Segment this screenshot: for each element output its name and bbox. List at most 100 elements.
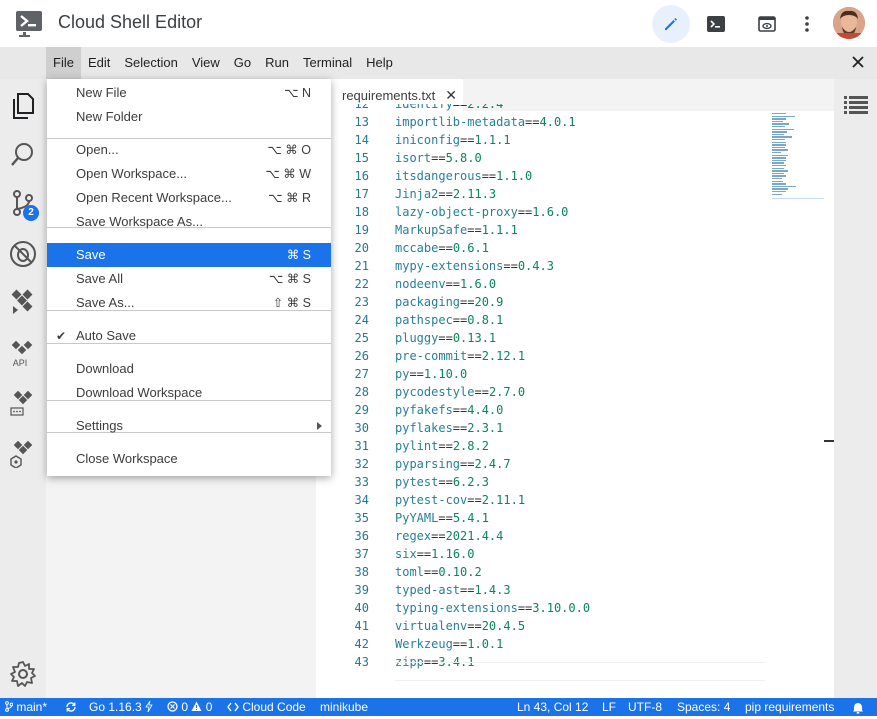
code-text: virtualenv==20.4.5 xyxy=(395,617,525,635)
language-mode-status[interactable]: pip requirements xyxy=(745,698,834,716)
close-editor-button[interactable] xyxy=(851,55,865,72)
cursor-position-status[interactable]: Ln 43, Col 12 xyxy=(517,698,588,716)
code-brackets-icon xyxy=(227,702,239,712)
code-line[interactable]: 30 pyflakes==2.3.1 xyxy=(316,419,776,437)
menu-item-close-workspace[interactable]: Close Workspace xyxy=(47,447,331,471)
minimap-line xyxy=(772,191,786,193)
code-line[interactable]: 32 pyparsing==2.4.7 xyxy=(316,455,776,473)
code-line[interactable]: 13 importlib-metadata==4.0.1 xyxy=(316,113,776,131)
notifications-button[interactable] xyxy=(852,701,864,719)
api-button[interactable]: API xyxy=(8,339,38,369)
code-line[interactable]: 28 pycodestyle==2.7.0 xyxy=(316,383,776,401)
menu-item-save-all[interactable]: Save All ⌥ ⌘ S xyxy=(47,267,331,291)
editor-scrollbar[interactable] xyxy=(824,111,834,698)
cloud-code-status[interactable]: Cloud Code xyxy=(227,698,306,716)
menu-item-save[interactable]: Save ⌘ S xyxy=(47,243,331,267)
search-button[interactable] xyxy=(8,139,38,169)
operator: == xyxy=(452,104,468,111)
open-editor-button[interactable] xyxy=(652,5,690,43)
menu-item-open[interactable]: Open... ⌥ ⌘ O xyxy=(47,138,331,162)
code-line[interactable]: 26 pre-commit==2.12.1 xyxy=(316,347,776,365)
code-line[interactable]: 29 pyfakefs==4.4.0 xyxy=(316,401,776,419)
code-line[interactable]: 33 pytest==6.2.3 xyxy=(316,473,776,491)
line-number: 36 xyxy=(354,529,369,543)
menu-item-open-workspace[interactable]: Open Workspace... ⌥ ⌘ W xyxy=(47,162,331,186)
eol-status[interactable]: LF xyxy=(602,698,616,716)
package-name: pyflakes xyxy=(395,421,453,435)
user-avatar[interactable] xyxy=(833,7,865,39)
code-line[interactable]: 23 packaging==20.9 xyxy=(316,293,776,311)
minimap-line xyxy=(772,157,786,159)
cluster-status[interactable]: minikube xyxy=(320,698,368,716)
run-debug-button[interactable] xyxy=(8,239,38,269)
menu-file[interactable]: File xyxy=(46,47,81,79)
menu-item-shortcut: ⌥ ⌘ O xyxy=(267,143,311,157)
code-line[interactable]: 39 typed-ast==1.4.3 xyxy=(316,581,776,599)
code-line[interactable]: 14 iniconfig==1.1.1 xyxy=(316,131,776,149)
menu-item-auto-save[interactable]: ✔ Auto Save xyxy=(47,324,331,348)
line-number: 35 xyxy=(354,511,369,525)
code-line[interactable]: 22 nodeenv==1.6.0 xyxy=(316,275,776,293)
menu-item-download[interactable]: Download xyxy=(47,357,331,381)
menu-edit[interactable]: Edit xyxy=(81,47,117,79)
menu-item-save-as[interactable]: Save As... ⇧ ⌘ S xyxy=(47,291,331,315)
code-line[interactable]: 27 py==1.10.0 xyxy=(316,365,776,383)
menu-run[interactable]: Run xyxy=(258,47,296,79)
code-line[interactable]: 24 pathspec==0.8.1 xyxy=(316,311,776,329)
minimap-line xyxy=(772,113,786,115)
code-line[interactable]: 18 lazy-object-proxy==1.6.0 xyxy=(316,203,776,221)
minimap-line xyxy=(772,188,788,190)
menu-item-new-file[interactable]: New File ⌥ N xyxy=(47,81,331,105)
code-line[interactable]: 17 Jinja2==2.11.3 xyxy=(316,185,776,203)
sync-button[interactable] xyxy=(65,698,77,716)
indentation-status[interactable]: Spaces: 4 xyxy=(677,698,730,716)
menu-terminal[interactable]: Terminal xyxy=(296,47,359,79)
open-terminal-button[interactable] xyxy=(697,5,735,43)
minimap[interactable] xyxy=(772,111,824,199)
explorer-button[interactable] xyxy=(8,91,38,121)
code-line[interactable]: 15 isort==5.8.0 xyxy=(316,149,776,167)
menu-view[interactable]: View xyxy=(185,47,227,79)
code-line[interactable]: 31 pylint==2.8.2 xyxy=(316,437,776,455)
code-text: typed-ast==1.4.3 xyxy=(395,581,511,599)
code-editor[interactable]: 12 identify==2.2.4 13 importlib-metadata==4… xyxy=(316,104,776,698)
kubernetes-button[interactable] xyxy=(8,439,38,469)
manage-settings-button[interactable] xyxy=(8,659,38,689)
menu-help[interactable]: Help xyxy=(359,47,400,79)
code-line[interactable]: 12 identify==2.2.4 xyxy=(316,104,776,113)
more-options-button[interactable] xyxy=(788,5,826,43)
menu-item-new-folder[interactable]: New Folder xyxy=(47,105,331,129)
menu-item-save-workspace-as[interactable]: Save Workspace As... xyxy=(47,210,331,234)
code-line[interactable]: 36 regex==2021.4.4 xyxy=(316,527,776,545)
code-line[interactable]: 41 virtualenv==20.4.5 xyxy=(316,617,776,635)
tab-close-icon[interactable]: ✕ xyxy=(445,87,457,104)
problems-status[interactable]: 0 0 xyxy=(167,698,212,716)
minimap-line xyxy=(772,183,786,185)
web-preview-button[interactable] xyxy=(748,5,786,43)
menu-item-download-workspace[interactable]: Download Workspace xyxy=(47,381,331,405)
menu-item-settings[interactable]: Settings xyxy=(47,414,331,438)
code-line[interactable]: 20 mccabe==0.6.1 xyxy=(316,239,776,257)
code-line[interactable]: 42 Werkzeug==1.0.1 xyxy=(316,635,776,653)
code-line[interactable]: 38 toml==0.10.2 xyxy=(316,563,776,581)
outline-button[interactable] xyxy=(844,95,868,118)
code-line[interactable]: 34 pytest-cov==2.11.1 xyxy=(316,491,776,509)
go-version-status[interactable]: Go 1.16.3 xyxy=(89,698,153,716)
code-line[interactable]: 19 MarkupSafe==1.1.1 xyxy=(316,221,776,239)
code-line[interactable]: 35 PyYAML==5.4.1 xyxy=(316,509,776,527)
code-text: mypy-extensions==0.4.3 xyxy=(395,257,554,275)
code-line[interactable]: 16 itsdangerous==1.1.0 xyxy=(316,167,776,185)
menu-item-label: Save xyxy=(76,247,106,262)
menu-item-open-recent-workspace[interactable]: Open Recent Workspace... ⌥ ⌘ R xyxy=(47,186,331,210)
encoding-status[interactable]: UTF-8 xyxy=(628,698,662,716)
line-number: 39 xyxy=(354,583,369,597)
code-line[interactable]: 37 six==1.16.0 xyxy=(316,545,776,563)
secret-manager-button[interactable] xyxy=(8,389,38,419)
menu-go[interactable]: Go xyxy=(227,47,258,79)
code-line[interactable]: 21 mypy-extensions==0.4.3 xyxy=(316,257,776,275)
branch-status[interactable]: main* xyxy=(5,698,47,716)
cloud-run-button[interactable] xyxy=(8,287,38,317)
code-line[interactable]: 25 pluggy==0.13.1 xyxy=(316,329,776,347)
menu-selection[interactable]: Selection xyxy=(117,47,184,79)
code-line[interactable]: 40 typing-extensions==3.10.0.0 xyxy=(316,599,776,617)
